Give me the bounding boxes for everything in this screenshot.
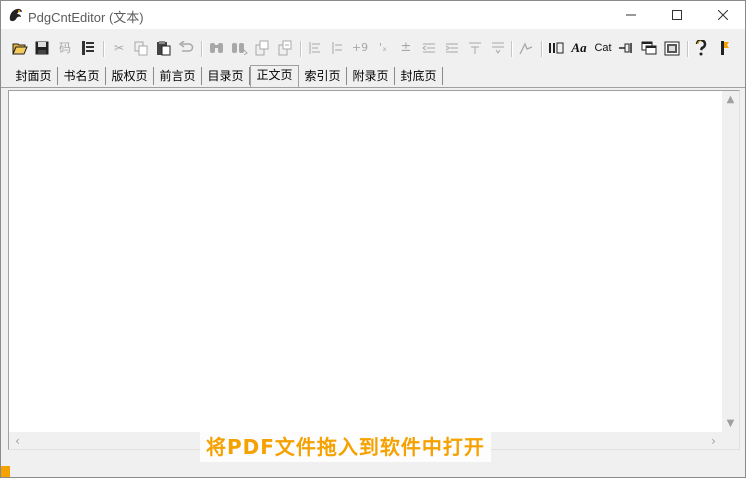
minimize-button[interactable] [608,1,654,29]
columns-button[interactable] [547,39,565,57]
number-plus-button[interactable]: +9 [351,39,369,57]
code-button[interactable]: 码 [56,39,74,57]
replace-all-button[interactable] [276,39,294,57]
open-button[interactable] [11,39,29,57]
tab-title-page[interactable]: 书名页 [58,67,106,85]
catalog-button[interactable]: Cat [593,39,613,57]
tab-preface[interactable]: 前言页 [154,67,202,85]
code-icon: 码 [58,41,71,55]
toolbar-separator [511,41,513,57]
section-tabs: 封面页 书名页 版权页 前言页 目录页 正文页 索引页 附录页 封底页 [1,65,745,88]
indent-icon [332,42,342,54]
vertical-scrollbar[interactable]: ▲ ▼ [722,91,739,432]
columns-icon [549,42,564,54]
bookmark-button[interactable] [79,39,97,57]
scrollbar-corner [722,432,739,449]
help-icon [695,40,707,56]
undo-icon [178,41,194,52]
toolbar-separator [103,41,105,57]
move-down-icon [492,42,504,54]
preview-icon [664,41,680,55]
maximize-button[interactable] [654,1,700,29]
font-button[interactable]: Aa [570,39,588,57]
catalog-icon: Cat [594,42,612,54]
tab-back-cover[interactable]: 封底页 [395,67,443,85]
indent-more-button[interactable] [443,39,461,57]
close-icon [718,10,728,20]
minimize-icon [626,14,636,16]
replace-button[interactable] [253,39,271,57]
copy-button[interactable] [132,39,150,57]
tab-body[interactable]: 正文页 [250,65,299,87]
number-format-icon: 'ₓ [379,41,387,54]
tab-appendix[interactable]: 附录页 [347,67,395,85]
align-left-icon [309,42,320,54]
toolbar-separator [541,41,543,57]
link-icon [519,42,533,55]
find-next-button[interactable] [230,39,248,57]
text-editor[interactable]: ▲ ▼ ‹ › [8,90,740,450]
bookmark-icon [82,41,94,55]
app-logo-icon [9,8,22,22]
font-icon: Aa [571,40,587,55]
window-icon [641,41,657,55]
toolbar: 码 ✂ +9 'ₓ ± Aa Cat [1,35,745,63]
find-icon [210,43,223,53]
window-title-app: PdgCntEditor [28,10,106,25]
paste-button[interactable] [154,39,172,57]
instruction-caption: 将PDF文件拖入到软件中打开 [200,432,491,462]
save-button[interactable] [33,39,51,57]
pin-icon [619,43,632,53]
cut-icon: ✂ [113,41,125,55]
scroll-right-icon[interactable]: › [705,432,722,449]
scroll-up-icon[interactable]: ▲ [722,91,739,108]
toolbar-separator [201,41,203,57]
align-left-button[interactable] [306,39,324,57]
toolbar-separator [687,41,689,57]
status-bar [1,466,745,477]
move-up-icon [469,42,481,54]
help-button[interactable] [692,39,710,57]
scroll-left-icon[interactable]: ‹ [9,432,26,449]
maximize-icon [672,10,682,20]
outdent-icon [422,43,435,53]
indent-more-icon [445,43,458,53]
window-title: PdgCntEditor (文本) [28,7,144,26]
indent-button[interactable] [328,39,346,57]
undo-button[interactable] [177,39,195,57]
save-icon [35,41,49,55]
toolbar-separator [300,41,302,57]
tab-contents[interactable]: 目录页 [202,67,250,85]
tab-cover[interactable]: 封面页 [10,67,58,85]
scroll-down-icon[interactable]: ▼ [722,415,739,432]
move-down-button[interactable] [489,39,507,57]
paste-icon [156,41,170,56]
status-indicator [1,466,10,477]
move-up-button[interactable] [466,39,484,57]
number-format-button[interactable]: 'ₓ [374,39,392,57]
tab-copyright[interactable]: 版权页 [106,67,154,85]
window-button[interactable] [640,39,658,57]
replace-all-icon [278,40,292,56]
open-icon [12,43,28,55]
find-button[interactable] [208,39,226,57]
window-title-mode: (文本) [108,10,144,25]
copy-icon [134,41,147,55]
title-bar: PdgCntEditor (文本) [1,1,745,29]
pin-button[interactable] [617,39,635,57]
about-button[interactable] [715,39,733,57]
number-plus-icon: +9 [351,41,369,54]
app-window: PdgCntEditor (文本) 码 ✂ +9 'ₓ ± Aa Cat 封面页… [0,0,746,478]
plus-minus-icon: ± [400,40,412,55]
tab-index[interactable]: 索引页 [299,67,347,85]
outdent-button[interactable] [420,39,438,57]
plus-minus-button[interactable]: ± [397,39,415,57]
preview-button[interactable] [663,39,681,57]
close-button[interactable] [700,1,745,29]
cut-button[interactable]: ✂ [110,39,128,57]
link-button[interactable] [517,39,535,57]
find-next-icon [231,43,248,55]
replace-icon [255,40,269,56]
about-icon [721,41,729,55]
